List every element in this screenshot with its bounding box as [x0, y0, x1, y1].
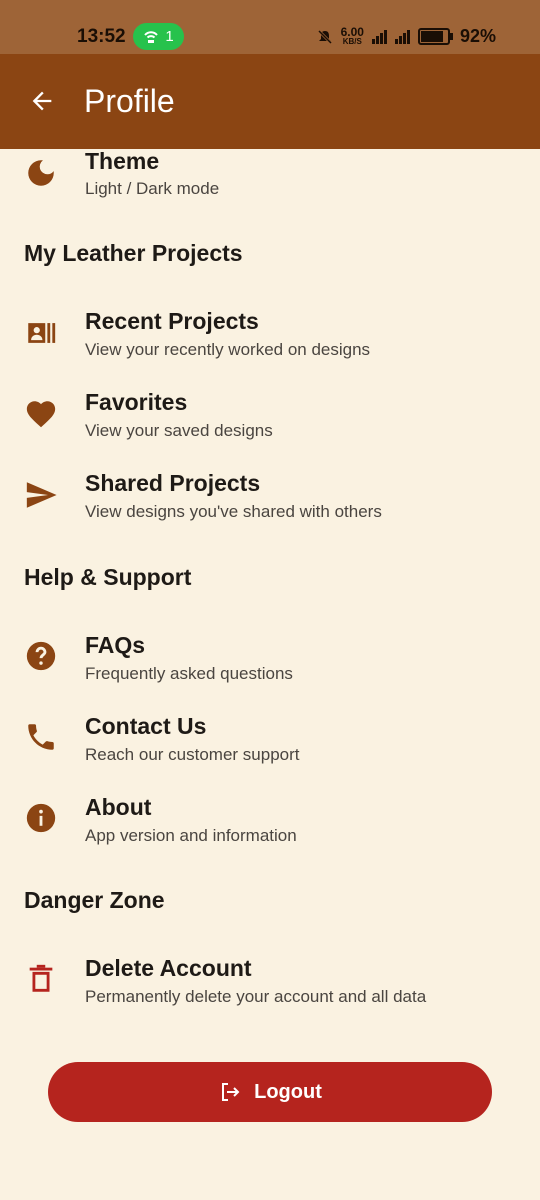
favorites-subtitle: View your saved designs: [85, 421, 273, 440]
status-time: 13:52: [77, 26, 126, 47]
recent-projects-subtitle: View your recently worked on designs: [85, 340, 371, 359]
shared-projects-subtitle: View designs you've shared with others: [85, 502, 382, 521]
theme-item[interactable]: Theme Light / Dark mode: [0, 140, 540, 212]
battery-percent: 92%: [459, 26, 496, 46]
shared-projects-title: Shared Projects: [85, 470, 261, 496]
heart-icon: [26, 401, 56, 428]
signal-icon-2: [394, 29, 410, 44]
favorites-item[interactable]: Favorites View your saved designs: [0, 383, 540, 455]
contact-us-subtitle: Reach our customer support: [85, 745, 300, 764]
status-right: 6.00 KB/S 92%: [317, 26, 496, 47]
recent-projects-icon: [28, 323, 56, 343]
section-danger: Danger Zone: [24, 887, 165, 913]
favorites-title: Favorites: [85, 389, 188, 415]
net-speed: 6.00 KB/S: [340, 24, 364, 46]
faqs-title: FAQs: [85, 632, 146, 658]
contact-us-title: Contact Us: [85, 713, 207, 739]
page-title: Profile: [84, 83, 175, 119]
logout-label: Logout: [254, 1080, 322, 1103]
theme-subtitle: Light / Dark mode: [85, 179, 220, 198]
delete-account-title: Delete Account: [85, 955, 252, 981]
delete-account-item[interactable]: Delete Account Permanently delete your a…: [0, 949, 540, 1021]
faqs-item[interactable]: FAQs Frequently asked questions: [0, 626, 540, 698]
help-icon: [26, 641, 56, 671]
about-subtitle: App version and information: [85, 826, 297, 845]
hotspot-icon: [144, 30, 159, 43]
phone-icon: [28, 724, 54, 750]
back-arrow-icon[interactable]: [28, 87, 56, 115]
signal-icon-1: [371, 29, 387, 44]
trash-icon: [29, 964, 53, 992]
section-support: Help & Support: [24, 564, 192, 590]
send-icon: [26, 482, 57, 508]
moon-icon: [28, 160, 54, 186]
info-icon: [26, 803, 56, 833]
recent-projects-title: Recent Projects: [85, 308, 259, 334]
mute-icon: [317, 29, 332, 44]
battery-icon: [417, 28, 453, 45]
recent-projects-item[interactable]: Recent Projects View your recently worke…: [0, 302, 540, 374]
logout-button[interactable]: Logout: [48, 1062, 492, 1122]
app-bar: Profile: [0, 54, 540, 149]
delete-account-subtitle: Permanently delete your account and all …: [85, 987, 427, 1006]
hotspot-pill[interactable]: 1: [133, 23, 184, 50]
hotspot-count: 1: [165, 28, 174, 45]
theme-title: Theme: [85, 148, 160, 174]
about-item[interactable]: About App version and information: [0, 788, 540, 860]
contact-us-item[interactable]: Contact Us Reach our customer support: [0, 707, 540, 779]
status-bar: 13:52 1 6.00 KB/S 92%: [0, 0, 540, 54]
faqs-subtitle: Frequently asked questions: [85, 664, 293, 683]
about-title: About: [85, 794, 152, 820]
shared-projects-item[interactable]: Shared Projects View designs you've shar…: [0, 464, 540, 536]
section-projects: My Leather Projects: [24, 240, 243, 266]
logout-icon: [222, 1083, 240, 1101]
